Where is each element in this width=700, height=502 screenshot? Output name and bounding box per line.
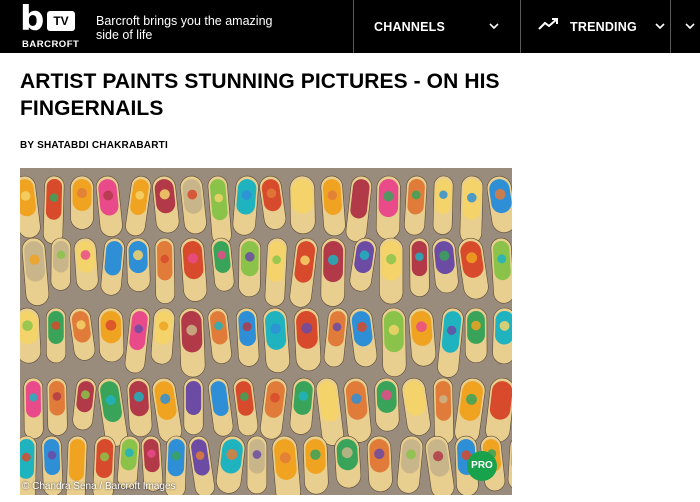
trending-menu[interactable]: TRENDING (570, 0, 637, 53)
nav-divider (353, 0, 354, 53)
pro-badge[interactable]: PRO (467, 451, 497, 481)
channels-label: CHANNELS (374, 19, 446, 34)
trending-up-icon (538, 18, 558, 30)
site-header: b TV BARCROFT Barcroft brings you the am… (0, 0, 700, 53)
article-byline: BY SHATABDI CHAKRABARTI (20, 140, 168, 151)
image-credit: © Chandra Sena / Barcroft Images (22, 481, 176, 492)
chevron-down-icon[interactable] (488, 20, 500, 32)
article-image[interactable]: © Chandra Sena / Barcroft Images PRO (20, 168, 512, 495)
logo-tv-badge: TV (47, 11, 75, 31)
barcroft-tv-logo[interactable]: b TV BARCROFT (20, 2, 80, 50)
article-headline: ARTIST PAINTS STUNNING PICTURES - ON HIS… (20, 70, 500, 120)
logo-brand-text: BARCROFT (22, 39, 80, 50)
chevron-down-icon[interactable] (684, 20, 696, 32)
channels-menu[interactable]: CHANNELS (374, 0, 445, 53)
logo-letter: b (20, 0, 45, 39)
chevron-down-icon[interactable] (654, 20, 666, 32)
site-tagline: Barcroft brings you the amazing side of … (96, 14, 273, 42)
painted-fingernails-photo (20, 168, 512, 495)
nav-divider (670, 0, 671, 53)
nav-divider (520, 0, 521, 53)
trending-label: TRENDING (570, 19, 637, 34)
